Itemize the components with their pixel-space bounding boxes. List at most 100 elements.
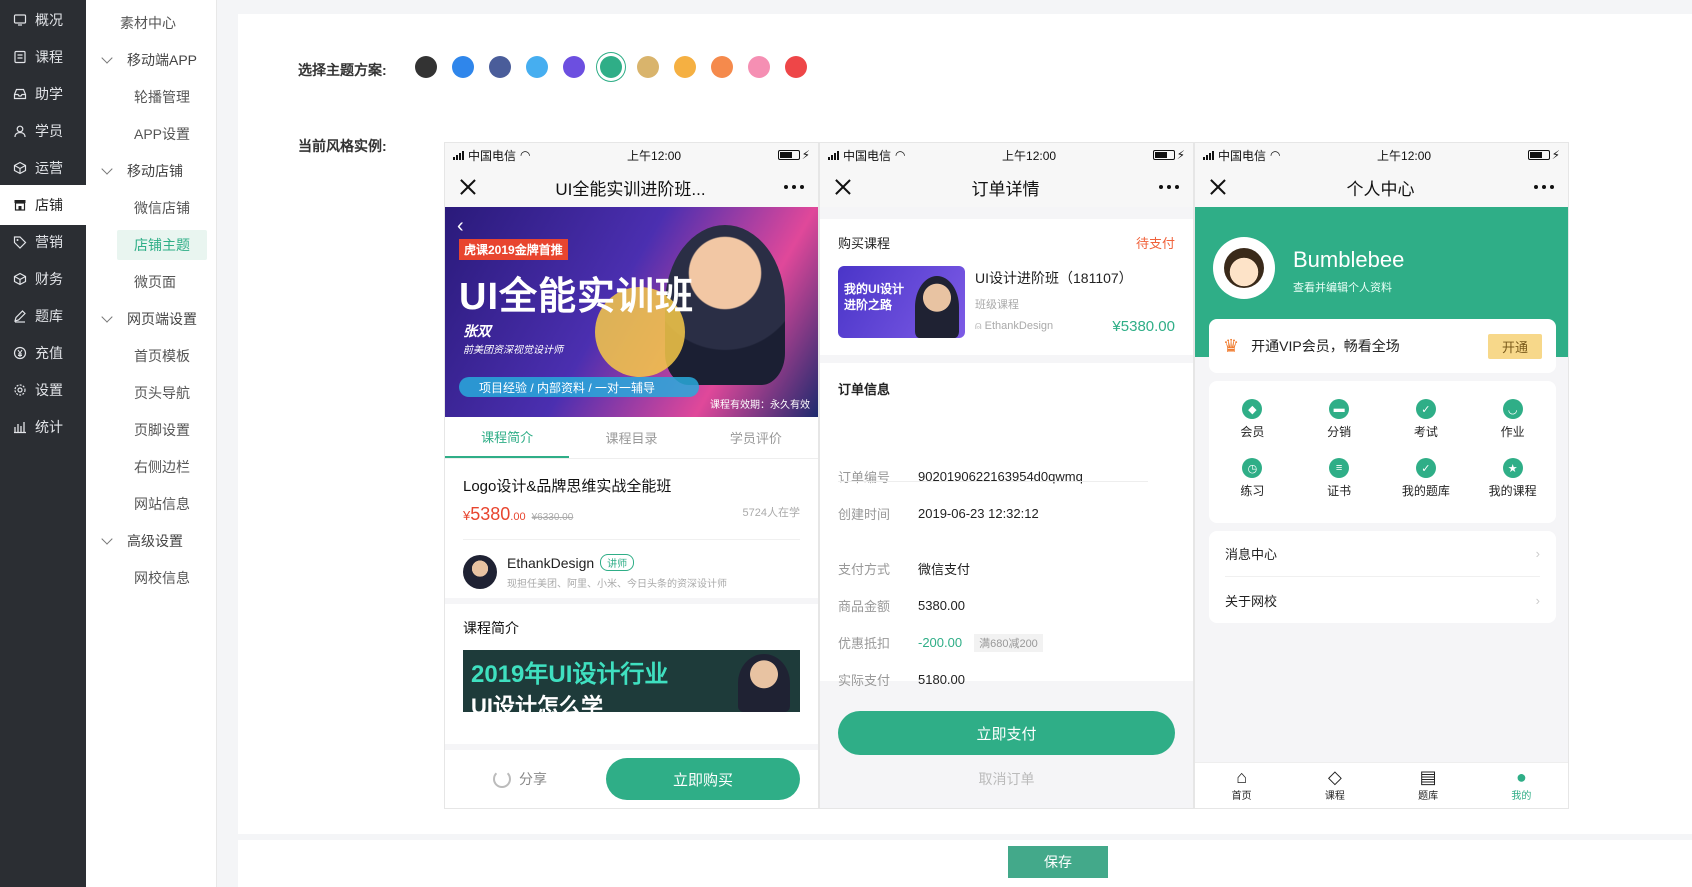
subnav-item[interactable]: 网站信息	[86, 489, 216, 519]
subnav-item[interactable]: 页脚设置	[86, 415, 216, 445]
subnav-label: 首页模板	[134, 348, 190, 364]
sidebar-item-label: 题库	[35, 308, 63, 324]
sidebar-item-10[interactable]: 充值	[0, 333, 86, 373]
cancel-order-button[interactable]: 取消订单	[820, 769, 1193, 789]
buy-now-button[interactable]: 立即购买	[606, 758, 800, 800]
grid-item[interactable]: ▬ 分销	[1296, 393, 1383, 452]
price-symbol: ¥	[463, 508, 471, 523]
status-bar: 中国电信 ◠ 上午12:00 ⚡	[445, 143, 818, 167]
menu-item-about[interactable]: 关于网校 ›	[1225, 577, 1540, 623]
grid-item[interactable]: ◡ 作业	[1469, 393, 1556, 452]
sidebar-item-5[interactable]: 运营	[0, 148, 86, 188]
save-button[interactable]: 保存	[1008, 846, 1108, 878]
grid-item[interactable]: ◆ 会员	[1209, 393, 1296, 452]
subnav-group[interactable]: 网页端设置	[86, 304, 216, 334]
grid-item[interactable]: ◷ 练习	[1209, 452, 1296, 511]
close-icon[interactable]	[834, 178, 852, 196]
subnav-item[interactable]: 页头导航	[86, 378, 216, 408]
chevron-right-icon: ›	[1535, 546, 1540, 561]
more-icon[interactable]	[1159, 185, 1179, 189]
username: Bumblebee	[1293, 247, 1405, 272]
grid-item[interactable]: ✓ 我的题库	[1383, 452, 1470, 511]
close-icon[interactable]	[459, 178, 477, 196]
grid-item-label: 证书	[1327, 484, 1352, 498]
close-icon[interactable]	[1209, 178, 1227, 196]
sidebar-item-3[interactable]: 助学	[0, 74, 86, 114]
sidebar-item-2[interactable]: 课程	[0, 37, 86, 77]
grid-item[interactable]: ✓ 考试	[1383, 393, 1470, 452]
theme-color-swatch[interactable]	[785, 56, 807, 78]
subnav-item[interactable]: APP设置	[86, 119, 216, 149]
theme-color-swatch[interactable]	[600, 56, 622, 78]
tab-label: 题库	[1418, 791, 1439, 802]
subnav-label: 轮播管理	[134, 89, 190, 105]
back-icon[interactable]: ‹	[457, 215, 464, 238]
cube-icon	[13, 272, 27, 286]
chevron-down-icon	[101, 52, 113, 64]
subnav-label: 店铺主题	[134, 237, 190, 253]
sidebar-item-9[interactable]: 题库	[0, 296, 86, 336]
price-decimal: .00	[510, 511, 526, 523]
tab-calendar[interactable]: ▤ 题库	[1382, 763, 1475, 808]
subnav-item[interactable]: 右侧边栏	[86, 452, 216, 482]
monitor-icon	[13, 13, 27, 27]
subnav-group[interactable]: 高级设置	[86, 526, 216, 556]
save-bar: 保存	[238, 840, 1692, 887]
sidebar-item-7[interactable]: 营销	[0, 222, 86, 262]
subnav-group[interactable]: 移动端APP	[86, 45, 216, 75]
main-panel: 选择主题方案: 当前风格实例: 中国电信 ◠ 上午12:00 ⚡ UI全能实训进阶…	[238, 14, 1692, 834]
more-icon[interactable]	[1534, 185, 1554, 189]
vip-text: 开通VIP会员，畅看全场	[1251, 338, 1400, 354]
learner-count: 5724人在学	[742, 507, 800, 519]
sidebar-item-12[interactable]: 统计	[0, 407, 86, 447]
tab-profile[interactable]: ● 我的	[1475, 763, 1568, 808]
teacher-badge: 讲师	[600, 554, 635, 571]
sidebar-item-6[interactable]: 店铺	[0, 185, 86, 225]
course-tabs: 课程简介 课程目录 学员评价	[445, 417, 818, 459]
carrier: 中国电信	[843, 148, 892, 163]
vip-open-button[interactable]: 开通	[1487, 333, 1542, 359]
tab-intro[interactable]: 课程简介	[445, 417, 570, 458]
battery-icon: ⚡	[1152, 148, 1185, 162]
pay-now-button[interactable]: 立即支付	[838, 711, 1175, 755]
theme-color-swatch[interactable]	[452, 56, 474, 78]
subnav-item[interactable]: 轮播管理	[86, 82, 216, 112]
sidebar-item-label: 概况	[35, 12, 63, 28]
subnav-item[interactable]: 首页模板	[86, 341, 216, 371]
more-icon[interactable]	[783, 185, 804, 189]
menu-list: 消息中心 › 关于网校 ›	[1209, 531, 1556, 623]
ticket-icon: ▬	[1329, 399, 1350, 419]
theme-color-swatch[interactable]	[748, 56, 770, 78]
tab-home[interactable]: ⌂ 首页	[1195, 763, 1288, 808]
nav-bar: 订单详情	[820, 167, 1193, 207]
share-button[interactable]: 分享	[493, 769, 547, 789]
order-row: 订单编号 9020190622163954d0qwmq	[838, 467, 1083, 486]
theme-color-swatch[interactable]	[563, 56, 585, 78]
subnav-item[interactable]: 网校信息	[86, 563, 216, 593]
subnav-item[interactable]: 素材中心	[86, 8, 216, 38]
subnav-item[interactable]: 微页面	[86, 267, 216, 297]
sidebar-item-8[interactable]: 财务	[0, 259, 86, 299]
sidebar-item-4[interactable]: 学员	[0, 111, 86, 151]
tab-diamond[interactable]: ◇ 课程	[1288, 763, 1381, 808]
tab-catalog[interactable]: 课程目录	[569, 417, 693, 458]
theme-color-swatch[interactable]	[489, 56, 511, 78]
subnav-item[interactable]: 微信店铺	[86, 193, 216, 223]
crown-icon: ♛	[1223, 335, 1240, 356]
sidebar-item-1[interactable]: 概况	[0, 0, 86, 40]
theme-color-swatch[interactable]	[526, 56, 548, 78]
grid-item-label: 我的课程	[1488, 484, 1537, 498]
tab-reviews[interactable]: 学员评价	[694, 417, 818, 458]
sidebar-item-11[interactable]: 设置	[0, 370, 86, 410]
grid-item[interactable]: ★ 我的课程	[1469, 452, 1556, 511]
subnav-group[interactable]: 移动店铺	[86, 156, 216, 186]
grid-item[interactable]: ≡ 证书	[1296, 452, 1383, 511]
sidebar-item-label: 财务	[35, 271, 63, 287]
theme-color-swatch[interactable]	[415, 56, 437, 78]
banner-headline: UI全能实训班	[459, 276, 695, 318]
theme-color-swatch[interactable]	[674, 56, 696, 78]
theme-color-swatch[interactable]	[711, 56, 733, 78]
theme-color-swatch[interactable]	[637, 56, 659, 78]
menu-item-messages[interactable]: 消息中心 ›	[1225, 531, 1540, 577]
subnav-item[interactable]: 店铺主题	[117, 230, 207, 260]
